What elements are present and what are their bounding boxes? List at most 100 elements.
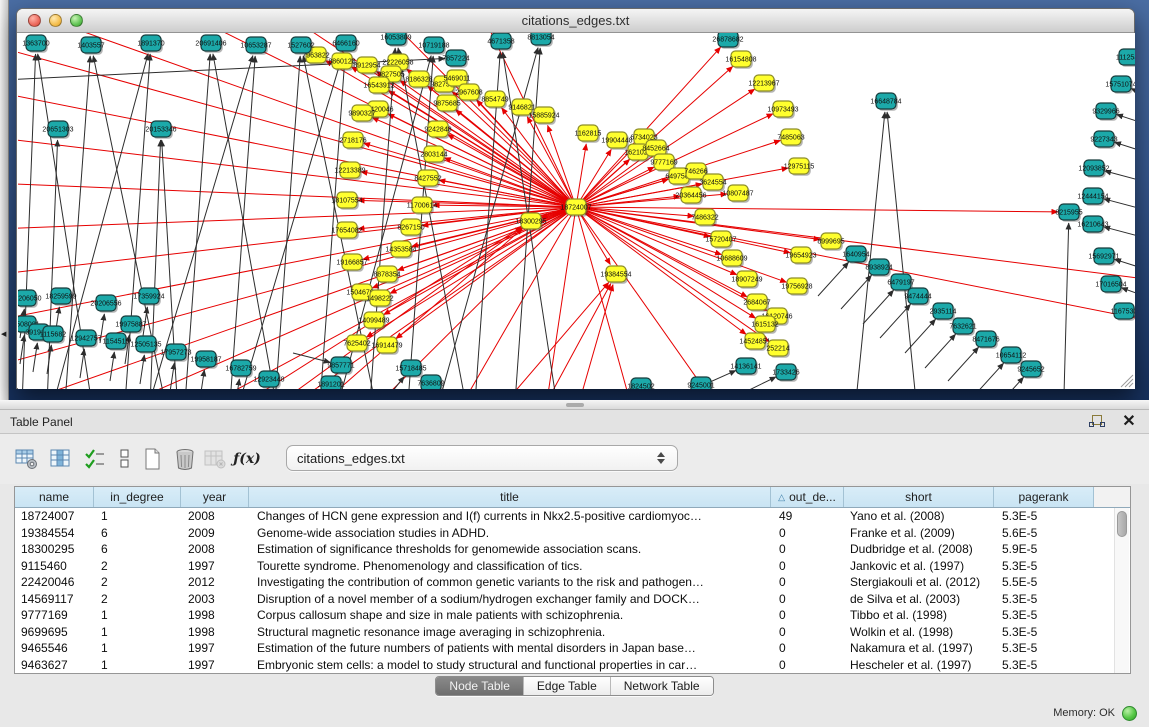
graph-node[interactable]: 7636809 — [417, 375, 444, 389]
graph-node[interactable]: 1403557 — [77, 37, 104, 55]
graph-node[interactable]: 6466160 — [332, 35, 359, 53]
close-panel-icon[interactable]: ✕ — [1119, 414, 1139, 430]
graph-node[interactable]: 8471676 — [972, 331, 999, 349]
graph-node[interactable]: 9890327 — [348, 105, 375, 123]
graph-node[interactable]: 10973493 — [767, 101, 798, 119]
column-header-short[interactable]: short — [844, 487, 994, 507]
table-row[interactable]: 946362711997Embryonic stem cells: a mode… — [15, 657, 1130, 674]
graph-node[interactable]: 16782759 — [225, 360, 256, 378]
graph-node[interactable]: 1162815 — [575, 125, 602, 143]
graph-node[interactable]: 10807487 — [722, 185, 753, 203]
table-mode-icon[interactable] — [14, 447, 40, 471]
table-vertical-scrollbar[interactable] — [1114, 508, 1129, 673]
graph-node[interactable]: 12923448 — [253, 371, 284, 389]
graph-node[interactable]: 14136141 — [730, 358, 761, 376]
graph-node[interactable]: 252214 — [766, 340, 789, 358]
graph-node[interactable]: 9329966 — [1092, 103, 1119, 121]
graph-node[interactable]: 26878682 — [712, 33, 743, 49]
graph-node[interactable]: 1824502 — [627, 378, 654, 389]
graph-node[interactable]: 9242848 — [424, 121, 451, 139]
graph-node[interactable]: 12975115 — [784, 158, 815, 176]
table-row[interactable]: 946554611997Estimation of the future num… — [15, 640, 1130, 657]
delete-column-icon[interactable] — [172, 447, 198, 471]
graph-node[interactable]: 16914479 — [371, 337, 402, 355]
graph-node[interactable]: 2935114 — [930, 303, 957, 321]
function-builder-icon[interactable]: ƒ(x) — [234, 447, 260, 471]
table-row[interactable]: 911546021997Tourette syndrome. Phenomeno… — [15, 558, 1130, 575]
graph-node[interactable]: 17016504 — [1095, 276, 1126, 294]
float-panel-icon[interactable] — [1089, 414, 1109, 430]
table-row[interactable]: 969969511998Structural magnetic resonanc… — [15, 624, 1130, 641]
panel-splitter[interactable] — [0, 400, 1149, 410]
graph-node[interactable]: 15751074 — [1105, 76, 1135, 94]
minimize-window-button[interactable] — [49, 14, 62, 27]
graph-node[interactable]: 3624554 — [699, 174, 726, 192]
column-header-in_degree[interactable]: in_degree — [94, 487, 181, 507]
graph-node[interactable]: 8854749 — [481, 91, 508, 109]
graph-node[interactable]: 16154808 — [725, 51, 756, 69]
graph-node[interactable]: 17359924 — [133, 288, 164, 306]
graph-node[interactable]: 2967608 — [455, 84, 482, 102]
graph-node[interactable]: 20364456 — [675, 187, 706, 205]
collapse-panel-arrow[interactable]: ◀ — [1, 330, 6, 338]
graph-node[interactable]: 8999695 — [817, 233, 844, 251]
graph-node[interactable]: 4671358 — [487, 33, 514, 51]
graph-node[interactable]: 12505135 — [130, 336, 161, 354]
column-header-title[interactable]: title — [249, 487, 771, 507]
canvas-resize-grip[interactable] — [1121, 375, 1133, 387]
graph-node[interactable]: 16053809 — [380, 33, 411, 47]
graph-node[interactable]: 12444154 — [1077, 188, 1108, 206]
graph-node[interactable]: 7632621 — [949, 318, 976, 336]
memory-status-indicator[interactable] — [1122, 706, 1137, 721]
graph-node[interactable]: 1363700 — [22, 35, 49, 53]
column-header-pagerank[interactable]: pagerank — [994, 487, 1094, 507]
graph-node[interactable]: 10653287 — [240, 37, 271, 55]
graph-node[interactable]: 9474444 — [904, 288, 931, 306]
table-row[interactable]: 1456911722003Disruption of a novel membe… — [15, 591, 1130, 608]
graph-node[interactable]: 12942757 — [70, 330, 101, 348]
graph-node[interactable]: 2684067 — [743, 294, 770, 312]
graph-node[interactable]: 1527602 — [287, 37, 314, 55]
graph-node[interactable]: 18107554 — [331, 192, 362, 210]
zoom-window-button[interactable] — [70, 14, 83, 27]
graph-node[interactable]: 8186328 — [405, 71, 432, 89]
graph-node[interactable]: 8215955 — [1055, 204, 1082, 222]
graph-node[interactable]: 1615132 — [751, 316, 778, 334]
table-row[interactable]: 1872400712008Changes of HCN gene express… — [15, 508, 1130, 525]
graph-node[interactable]: 8860128 — [328, 53, 355, 71]
graph-node[interactable]: 18259599 — [45, 288, 76, 306]
graph-node[interactable]: 17654082 — [331, 222, 362, 240]
table-selector-combobox[interactable]: citations_edges.txt — [286, 445, 678, 471]
table-row[interactable]: 1938455462009Genome-wide association stu… — [15, 525, 1130, 542]
graph-node[interactable]: 7486322 — [691, 209, 718, 227]
graph-node[interactable]: 19166857 — [336, 254, 367, 272]
create-column-icon[interactable] — [140, 447, 166, 471]
column-header-out_de[interactable]: △out_de... — [771, 487, 844, 507]
graph-node[interactable]: 20691406 — [195, 35, 226, 53]
import-table-icon[interactable] — [202, 447, 228, 471]
graph-node[interactable]: 9857771 — [327, 357, 354, 375]
tab-network-table[interactable]: Network Table — [610, 677, 713, 695]
graph-node[interactable]: 19384554 — [600, 266, 631, 284]
graph-node[interactable]: 7625402 — [343, 335, 370, 353]
graph-node[interactable]: 8267150 — [397, 219, 424, 237]
network-window-titlebar[interactable]: citations_edges.txt — [17, 9, 1134, 33]
graph-node[interactable]: 8427552 — [414, 170, 441, 188]
graph-node[interactable]: 9875685 — [433, 95, 460, 113]
graph-node[interactable]: 1498222 — [366, 290, 393, 308]
splitter-grip[interactable] — [566, 403, 584, 407]
table-row[interactable]: 1830029562008Estimation of significance … — [15, 541, 1130, 558]
select-columns-icon[interactable] — [82, 447, 108, 471]
graph-node[interactable]: 9227343 — [1090, 131, 1117, 149]
graph-node[interactable]: 2718176 — [339, 132, 366, 150]
graph-node[interactable]: 8878354 — [373, 266, 400, 284]
row-height-icon[interactable] — [112, 447, 138, 471]
graph-node[interactable]: 1154519 — [103, 333, 130, 351]
show-columns-icon[interactable] — [48, 447, 74, 471]
graph-node[interactable]: 1733426 — [772, 364, 799, 382]
column-header-name[interactable]: name — [15, 487, 94, 507]
table-row[interactable]: 2242004622012Investigating the contribut… — [15, 574, 1130, 591]
graph-node[interactable]: 17957273 — [160, 344, 191, 362]
graph-node[interactable]: 20651303 — [42, 121, 73, 139]
graph-node[interactable]: 7485063 — [777, 129, 804, 147]
